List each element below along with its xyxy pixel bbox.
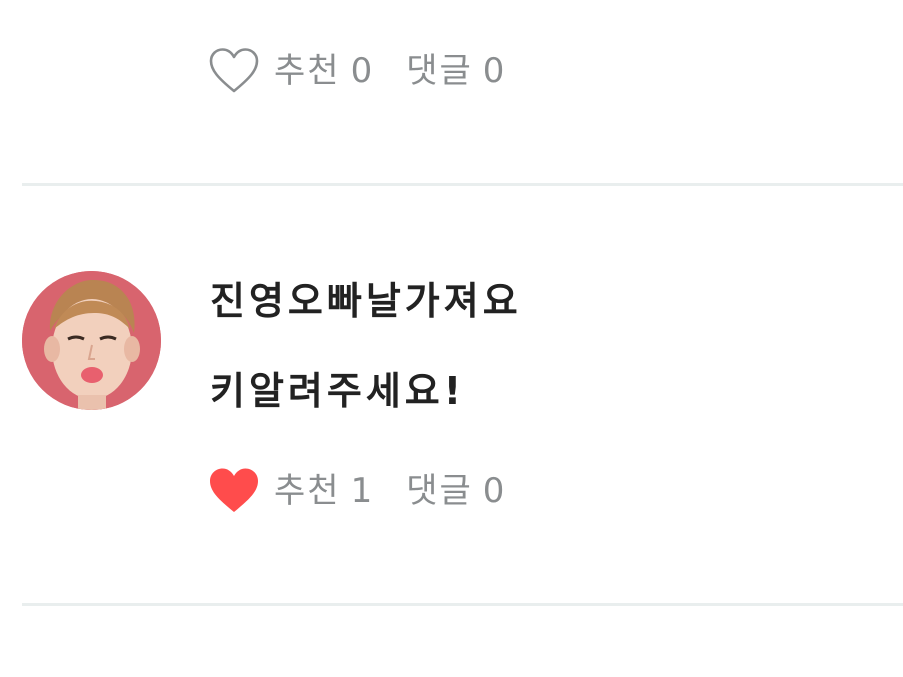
like-count: 0: [350, 51, 373, 91]
post-actions: 추천 1 댓글 0: [208, 467, 504, 515]
comment-button[interactable]: 댓글 0: [406, 54, 504, 88]
post-text-line: 진영오빠날가져요: [210, 279, 522, 323]
heart-filled-icon[interactable]: [208, 467, 260, 515]
comment-button[interactable]: 댓글 0: [406, 474, 504, 508]
like-button[interactable]: 추천 0: [208, 47, 372, 95]
comment-feed: 추천 0 댓글 0 진영오빠날가져요 키알려주세요! 추천 1 댓글 0: [0, 0, 903, 677]
comment-label: 댓글: [406, 471, 473, 511]
comment-count: 0: [482, 471, 505, 511]
comment-count: 0: [482, 51, 505, 91]
like-label: 추천: [274, 471, 341, 511]
divider: [22, 183, 903, 186]
comment-label: 댓글: [406, 51, 473, 91]
avatar[interactable]: [22, 271, 161, 410]
post-actions: 추천 0 댓글 0: [208, 47, 504, 95]
like-label: 추천: [274, 51, 341, 91]
like-button[interactable]: 추천 1: [208, 467, 372, 515]
divider: [22, 603, 903, 606]
post-text-line: 키알려주세요!: [210, 369, 466, 413]
heart-outline-icon[interactable]: [208, 47, 260, 95]
like-count: 1: [350, 471, 373, 511]
avatar-image: [22, 271, 161, 410]
